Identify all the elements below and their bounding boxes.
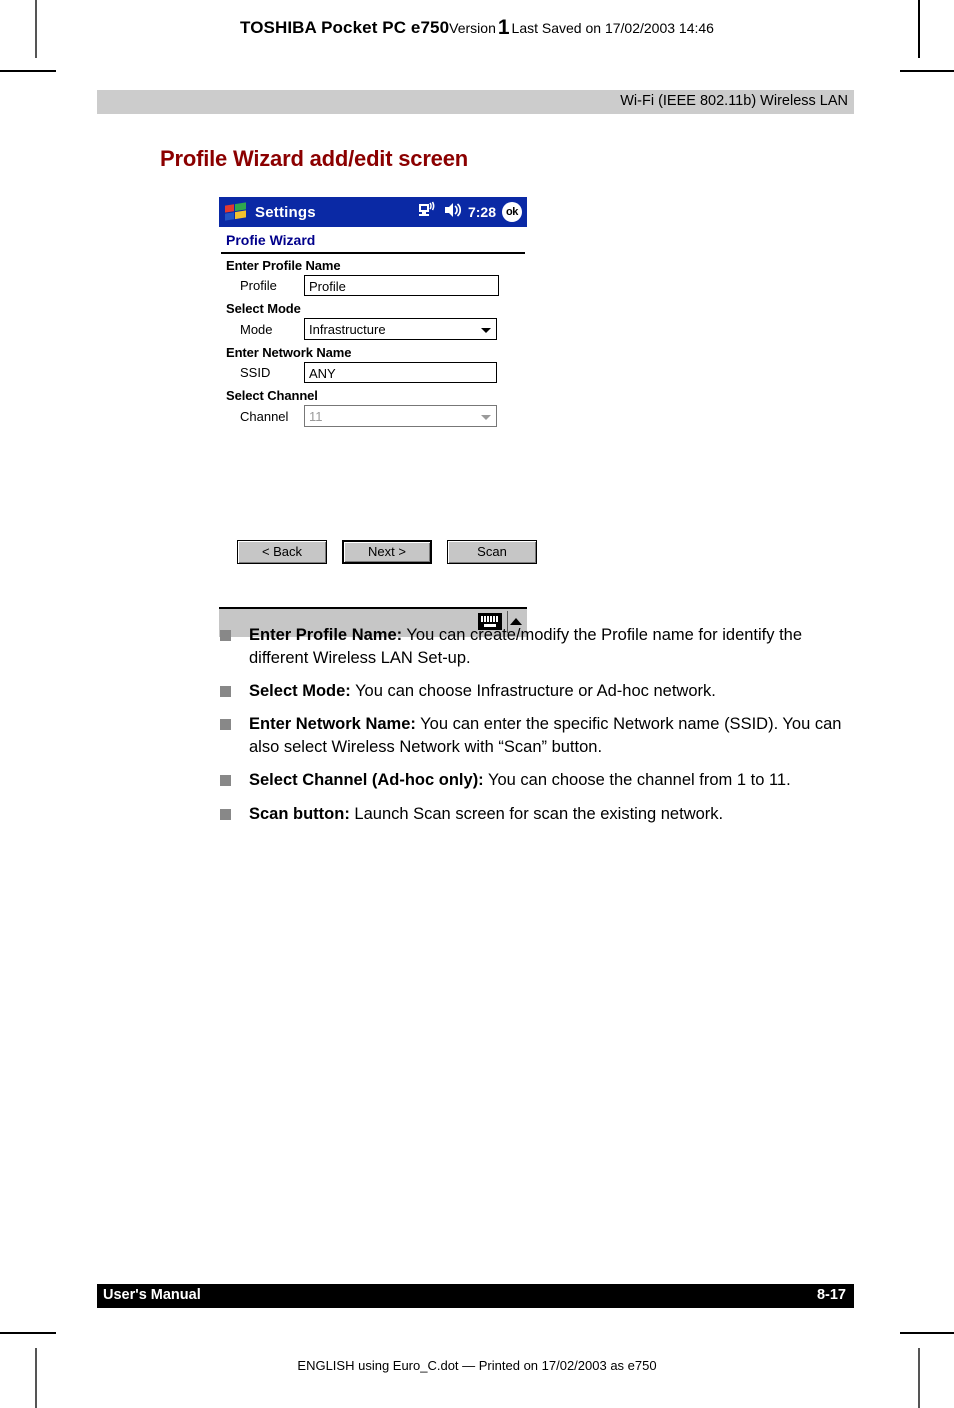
group-label-select-channel: Select Channel	[226, 388, 318, 403]
version-word: Version	[449, 20, 496, 36]
list-item: Enter Profile Name: You can create/modif…	[220, 624, 860, 670]
list-item-lead: Scan button:	[249, 804, 350, 823]
list-item-lead: Select Mode:	[249, 682, 351, 701]
crop-mark-top-left-horizontal	[0, 70, 56, 72]
running-head: TOSHIBA Pocket PC e750Version1 Last Saved…	[0, 16, 954, 40]
pda-title-label: Settings	[255, 203, 316, 221]
wizard-button-row: < Back Next > Scan	[237, 540, 537, 564]
list-item: Select Mode: You can choose Infrastructu…	[220, 680, 860, 703]
list-item-body: You can choose the channel from 1 to 11.	[483, 771, 791, 790]
version-number: 1	[497, 16, 510, 39]
pocket-pc-screenshot: Settings 7:28 ok Profie Wizard Enter Pro…	[219, 197, 537, 637]
bullet-square-icon	[220, 719, 231, 731]
page-number: 8-17	[816, 1287, 846, 1303]
list-item: Scan button: Launch Scan screen for scan…	[220, 803, 860, 826]
group-label-enter-profile-name: Enter Profile Name	[226, 258, 341, 273]
back-button[interactable]: < Back	[237, 540, 327, 564]
wizard-subtitle: Profie Wizard	[226, 232, 316, 248]
ok-button[interactable]: ok	[502, 202, 522, 222]
bullet-square-icon	[220, 775, 231, 787]
crop-mark-top-right-horizontal	[900, 70, 954, 72]
list-item: Select Channel (Ad-hoc only): You can ch…	[220, 769, 860, 792]
group-label-select-mode: Select Mode	[226, 301, 301, 316]
list-item-text: Enter Network Name: You can enter the sp…	[249, 713, 860, 759]
clock-label[interactable]: 7:28	[468, 204, 496, 220]
list-item-body: You can choose Infrastructure or Ad-hoc …	[350, 682, 716, 701]
field-label-ssid: SSID	[240, 365, 271, 380]
chevron-down-icon	[481, 328, 491, 333]
list-item-body: Launch Scan screen for scan the existing…	[349, 804, 724, 823]
list-item-text: Scan button: Launch Scan screen for scan…	[249, 803, 723, 826]
last-saved-text: Last Saved on 17/02/2003 14:46	[511, 20, 714, 36]
chevron-down-icon	[481, 415, 491, 420]
list-item: Enter Network Name: You can enter the sp…	[220, 713, 860, 759]
profile-name-input[interactable]: Profile	[304, 275, 499, 296]
ssid-input[interactable]: ANY	[304, 362, 497, 383]
crop-mark-bottom-left-vertical	[35, 1348, 37, 1408]
bullet-square-icon	[220, 808, 231, 820]
footer-bar: User's Manual 8-17	[97, 1284, 854, 1308]
mode-dropdown-value: Infrastructure	[309, 322, 386, 337]
channel-dropdown-value: 11	[309, 409, 323, 424]
field-row-channel: Channel 11	[219, 405, 527, 427]
print-info-line: ENGLISH using Euro_C.dot — Printed on 17…	[297, 1358, 657, 1373]
field-row-ssid: SSID ANY	[219, 362, 527, 383]
bullet-square-icon	[220, 686, 231, 698]
channel-dropdown[interactable]: 11	[304, 405, 497, 427]
page-title: Profile Wizard add/edit screen	[160, 146, 468, 171]
chapter-title: Wi-Fi (IEEE 802.11b) Wireless LAN	[620, 93, 848, 109]
list-item-text: Select Mode: You can choose Infrastructu…	[249, 680, 716, 703]
list-item-lead: Enter Profile Name:	[249, 626, 403, 644]
list-item-text: Select Channel (Ad-hoc only): You can ch…	[249, 769, 791, 792]
list-item-lead: Enter Network Name:	[249, 715, 416, 734]
speaker-icon[interactable]	[444, 202, 462, 223]
field-label-channel: Channel	[240, 408, 289, 424]
field-row-profile: Profile Profile	[219, 275, 527, 296]
crop-mark-bottom-left-horizontal	[0, 1332, 56, 1334]
list-item-lead: Select Channel (Ad-hoc only):	[249, 771, 484, 790]
pda-content-area: Profie Wizard Enter Profile Name Profile…	[219, 227, 537, 577]
next-button[interactable]: Next >	[342, 540, 432, 564]
document-model-title: TOSHIBA Pocket PC e750	[240, 18, 450, 37]
pda-title-bar: Settings 7:28 ok	[219, 197, 527, 227]
group-label-enter-network-name: Enter Network Name	[226, 345, 352, 360]
windows-flag-icon	[223, 201, 249, 223]
field-row-mode: Mode Infrastructure	[219, 318, 527, 340]
list-item-text: Enter Profile Name: You can create/modif…	[249, 624, 860, 670]
chapter-header-bar: Wi-Fi (IEEE 802.11b) Wireless LAN	[97, 90, 854, 114]
field-label-profile: Profile	[240, 278, 277, 293]
description-list: Enter Profile Name: You can create/modif…	[220, 624, 860, 836]
field-label-mode: Mode	[240, 321, 273, 337]
network-connection-icon[interactable]	[418, 201, 438, 224]
bullet-square-icon	[220, 630, 231, 641]
crop-mark-bottom-right-vertical	[918, 1348, 920, 1408]
scan-button[interactable]: Scan	[447, 540, 537, 564]
footer-document-label: User's Manual	[103, 1287, 201, 1303]
mode-dropdown[interactable]: Infrastructure	[304, 318, 497, 340]
crop-mark-bottom-right-horizontal	[900, 1332, 954, 1334]
pda-status-tray: 7:28 ok	[418, 197, 522, 227]
